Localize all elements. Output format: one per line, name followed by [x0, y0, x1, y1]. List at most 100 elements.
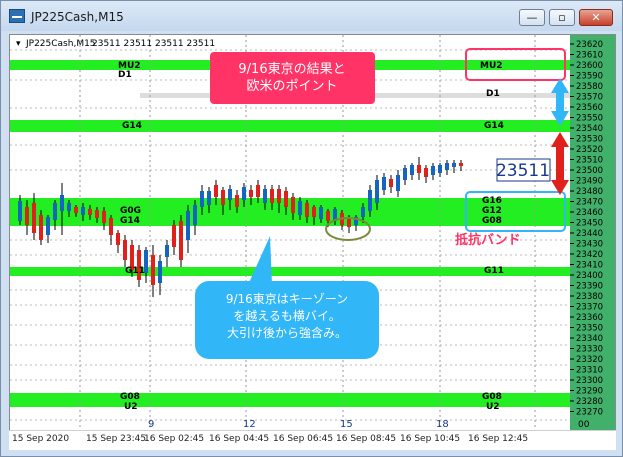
maximize-icon: ▫ [558, 11, 566, 24]
price-tick: 23470 [576, 198, 603, 208]
time-label: 16 Sep 04:45 [209, 434, 270, 444]
candle-body [81, 207, 85, 215]
label-c13-left: G0G [120, 206, 141, 216]
price-tick: 23360 [576, 313, 603, 323]
candle-body [424, 168, 428, 177]
price-tick: 23340 [576, 334, 603, 344]
minimize-icon: — [526, 11, 538, 24]
blue-double-arrow [551, 78, 569, 126]
price-tick: 23370 [576, 303, 603, 313]
candle-body [235, 195, 239, 207]
title-bar[interactable]: JP225Cash,M15 — ▫ ✕ [1, 1, 622, 31]
time-label: 16 Sep 06:45 [273, 434, 334, 444]
price-tick: 23450 [576, 219, 603, 229]
price-tick: 23530 [576, 135, 603, 145]
chart-quotes: 23511 23511 23511 23511 [92, 39, 215, 49]
price-axis-end-label: 00 [578, 420, 590, 430]
candle-body [389, 179, 393, 187]
candle-body [256, 185, 260, 197]
candle-body [18, 201, 22, 221]
time-label: 15 Sep 2020 [12, 434, 70, 444]
label-g08-left: G08 [120, 392, 140, 402]
candle-body [165, 245, 169, 257]
price-tick: 23380 [576, 292, 603, 302]
candle-body [242, 187, 246, 200]
chart-window: JP225Cash,M15 — ▫ ✕ 23620 23610 23600 23590… [0, 0, 623, 457]
candle-body [221, 190, 225, 205]
time-label: 16 Sep 10:45 [400, 434, 461, 444]
svg-text:9/16東京はキーゾーンを越えるも横バイ。大引け後から強含み: 9/16東京はキーゾーンを越えるも横バイ。大引け後から強含み。 [226, 292, 348, 340]
candle-body [326, 211, 330, 221]
red-double-arrow [551, 132, 569, 195]
chart-icon [9, 9, 25, 23]
candle-body [459, 163, 463, 166]
candle-body [109, 218, 113, 235]
close-button[interactable]: ✕ [579, 9, 613, 26]
price-tick: 23480 [576, 187, 603, 197]
candle-body [382, 177, 386, 190]
price-tick: 23320 [576, 355, 603, 365]
candle-body [200, 191, 204, 207]
label-g16-right: G16 [482, 196, 502, 206]
label-g14-left: G14 [122, 121, 142, 131]
label-g11-right: G11 [484, 266, 504, 276]
close-icon: ✕ [591, 11, 601, 24]
price-tick: 23440 [576, 229, 603, 239]
candle-body [249, 190, 253, 197]
candle-body [214, 185, 218, 197]
day-label: 9 [148, 419, 154, 430]
label-g08-right: G08 [482, 392, 502, 402]
candle-body [431, 166, 435, 175]
label-g13-right: G08 [482, 216, 502, 226]
price-tick: 23270 [576, 408, 603, 418]
time-label: 16 Sep 12:45 [468, 434, 529, 444]
candle-body [396, 175, 400, 191]
candle-body [305, 203, 309, 217]
label-mu2-right: MU2 [480, 61, 503, 71]
day-label: 18 [436, 419, 449, 430]
price-tick: 23590 [576, 72, 603, 82]
speech-bubble: 9/16東京はキーゾーンを越えるも横バイ。大引け後から強含み。 [195, 236, 379, 359]
candle-body [158, 261, 162, 283]
day-label: 15 [340, 419, 353, 430]
price-chart[interactable]: 23620 23610 23600 23590 23580 23570 23560 23550… [9, 34, 616, 434]
candle-body [53, 203, 57, 220]
price-tick: 23550 [576, 114, 603, 124]
label-u2-right: U2 [486, 402, 500, 412]
label-d1-right: D1 [486, 89, 500, 99]
price-tick: 23410 [576, 261, 603, 271]
price-tick: 23560 [576, 103, 603, 113]
candle-body [375, 180, 379, 203]
label-c14-left: G14 [120, 216, 140, 226]
label-d1-left: D1 [118, 70, 132, 80]
candle-body [95, 210, 99, 218]
label-g14-right: G14 [484, 121, 504, 131]
candle-body [67, 203, 71, 211]
price-tick: 23420 [576, 250, 603, 260]
price-tick: 23290 [576, 387, 603, 397]
label-g11-left: G11 [125, 266, 145, 276]
chart-menu-arrow[interactable]: ▾ [16, 39, 21, 49]
candle-body [228, 189, 232, 200]
time-label: 16 Sep 02:45 [144, 434, 205, 444]
candle-body [368, 190, 372, 211]
price-tick: 23400 [576, 271, 603, 281]
time-axis: 15 Sep 2020 15 Sep 23:45 16 Sep 02:45 16 Se… [9, 430, 616, 450]
maximize-button[interactable]: ▫ [549, 9, 575, 26]
price-tick: 23300 [576, 376, 603, 386]
candle-body [438, 165, 442, 173]
candle-body [277, 189, 281, 203]
candle-body [403, 168, 407, 180]
candle-body [172, 225, 176, 247]
top-callout-box [210, 52, 375, 104]
candle-body [207, 191, 211, 205]
candle-body [298, 201, 302, 215]
price-tick: 23460 [576, 208, 603, 218]
candle-body [88, 209, 92, 215]
window-title: JP225Cash,M15 [31, 10, 124, 24]
candle-body [60, 195, 64, 211]
price-tick: 23390 [576, 282, 603, 292]
candle-body [347, 218, 351, 227]
minimize-button[interactable]: — [519, 9, 545, 26]
candle-body [291, 197, 295, 213]
